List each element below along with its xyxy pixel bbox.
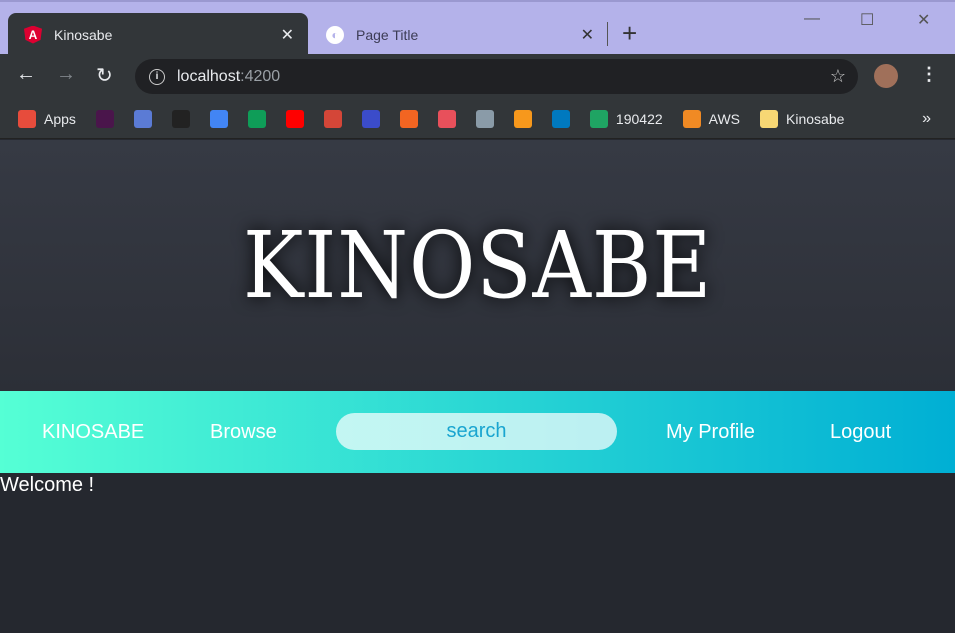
close-tab-icon[interactable]: ✕ [281,25,294,45]
tab-title: Page Title [356,26,419,43]
address-bar[interactable]: i localhost:4200 ☆ [135,59,858,94]
url-host: localhost [177,67,241,85]
hero-title: KINOSABE [242,212,713,319]
bookmark-item[interactable] [133,109,152,128]
bookmark-favicon-icon [551,109,570,128]
bookmark-item[interactable]: 190422 [589,109,663,128]
bookmark-item[interactable] [437,109,456,128]
bookmark-favicon-icon [475,109,494,128]
bookmark-favicon-icon [247,109,266,128]
bookmark-favicon-icon [95,109,114,128]
reload-icon[interactable]: ↻ [96,63,113,88]
tab-kinosabe[interactable]: A Kinosabe ✕ [8,13,308,56]
more-bookmarks-icon[interactable]: » [922,110,931,128]
bookmark-star-icon[interactable]: ☆ [830,66,846,87]
hero-banner: KINOSABE [0,140,955,391]
bookmark-item[interactable] [475,109,494,128]
bookmark-label: Kinosabe [786,110,845,127]
bookmark-favicon-icon [437,109,456,128]
bookmark-favicon-icon [589,109,608,128]
bookmark-favicon-icon [399,109,418,128]
url-port: :4200 [240,67,281,85]
bookmark-item[interactable] [551,109,570,128]
bookmark-favicon-icon [133,109,152,128]
bookmark-item[interactable] [285,109,304,128]
bookmark-favicon-icon [171,109,190,128]
angular-icon: A [24,25,42,44]
browser-title-bar: A Kinosabe ✕ ◐ Page Title ✕ + — ☐ ✕ [0,0,955,56]
bookmark-label: AWS [708,110,741,127]
back-icon[interactable]: ← [16,63,36,86]
bookmark-item[interactable] [209,109,228,128]
bookmark-item[interactable] [361,109,380,128]
nav-brand-link[interactable]: KINOSABE [42,421,144,444]
bookmark-item[interactable] [513,109,532,128]
nav-profile-link[interactable]: My Profile [666,421,755,444]
bookmark-item[interactable]: Kinosabe [760,109,845,128]
profile-avatar[interactable] [874,64,898,88]
bookmark-item[interactable] [399,109,418,128]
close-window-icon[interactable]: ✕ [917,10,930,30]
minimize-icon[interactable]: — [804,10,820,28]
forward-icon[interactable]: → [56,63,76,86]
bookmark-favicon-icon [513,109,532,128]
bookmark-label: 190422 [615,110,663,127]
globe-icon: ◐ [326,25,344,44]
maximize-icon[interactable]: ☐ [860,10,874,30]
bookmark-favicon-icon [361,109,380,128]
bookmark-favicon-icon [285,109,304,128]
bookmark-favicon-icon [209,109,228,128]
bookmark-item[interactable] [323,109,342,128]
close-tab-icon[interactable]: ✕ [581,25,594,45]
bookmark-favicon-icon [682,109,701,128]
main-nav: KINOSABE Browse My Profile Logout [0,391,955,473]
nav-logout-link[interactable]: Logout [830,421,891,444]
tab-divider [607,22,608,46]
bookmark-item[interactable] [95,109,114,128]
tab-page-title[interactable]: ◐ Page Title ✕ [310,13,608,56]
bookmark-favicon-icon [18,109,36,128]
bookmark-item[interactable]: Apps [18,109,76,128]
bookmark-item[interactable] [247,109,266,128]
tab-title: Kinosabe [54,26,113,43]
welcome-text: Welcome ! [0,474,95,496]
bookmark-item[interactable]: AWS [682,109,741,128]
bookmark-favicon-icon [323,109,342,128]
new-tab-icon[interactable]: + [622,18,637,48]
bookmark-favicon-icon [760,109,779,128]
nav-browse-link[interactable]: Browse [210,421,277,444]
browser-toolbar: ← → ↻ i localhost:4200 ☆ ⋮ [0,54,955,99]
bookmark-label: Apps [44,110,76,127]
browser-menu-icon[interactable]: ⋮ [920,64,938,85]
bookmarks-bar: Apps 190422 AWS Kinosabe » [0,99,955,139]
search-input[interactable] [336,413,617,450]
info-icon[interactable]: i [149,68,165,85]
bookmark-item[interactable] [171,109,190,128]
